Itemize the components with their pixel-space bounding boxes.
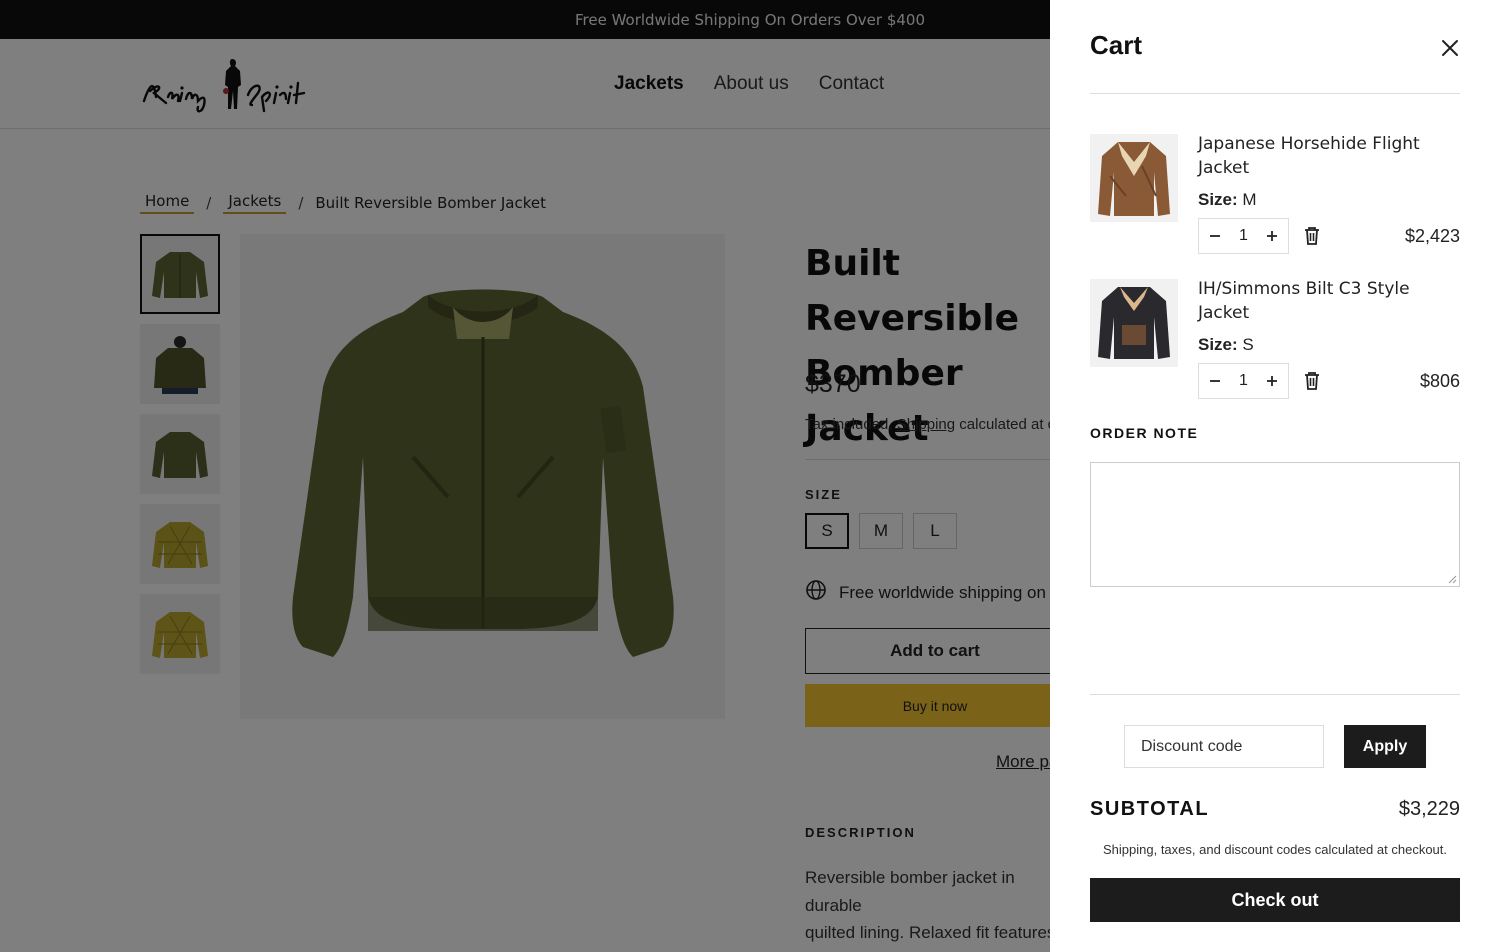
cart-item-name[interactable]: IH/Simmons Bilt C3 Style Jacket [1198, 277, 1448, 325]
quantity-stepper: 1 [1198, 218, 1289, 254]
subtotal-label: SUBTOTAL [1090, 798, 1210, 820]
plus-icon[interactable] [1264, 371, 1280, 392]
cart-item-price: $2,423 [1404, 226, 1460, 246]
cart-item-name[interactable]: Japanese Horsehide Flight Jacket [1198, 132, 1448, 180]
order-note-label: ORDER NOTE [1090, 425, 1199, 441]
cart-item: IH/Simmons Bilt C3 Style Jacket Size: S … [1090, 277, 1460, 399]
cart-item-image[interactable] [1090, 279, 1178, 367]
trash-icon[interactable] [1303, 371, 1323, 391]
divider [1090, 93, 1460, 94]
minus-icon[interactable] [1207, 371, 1223, 392]
page-overlay[interactable] [0, 0, 1050, 952]
apply-button[interactable]: Apply [1344, 725, 1426, 768]
close-icon[interactable] [1438, 36, 1462, 60]
cart-item: Japanese Horsehide Flight Jacket Size: M… [1090, 132, 1460, 254]
plus-icon[interactable] [1264, 226, 1280, 247]
cart-item-image[interactable] [1090, 134, 1178, 222]
discount-code-input[interactable]: Discount code [1124, 725, 1324, 768]
divider [1090, 694, 1460, 695]
cart-item-price: $806 [1419, 371, 1460, 391]
cart-title: Cart [1090, 30, 1143, 60]
subtotal-value: $3,229 [1398, 798, 1460, 820]
storefront: Free Worldwide Shipping On Orders Over $… [0, 0, 1050, 952]
cart-item-size: Size: M [1198, 190, 1257, 209]
quantity-value[interactable]: 1 [1239, 227, 1248, 245]
cart-item-size: Size: S [1198, 335, 1254, 354]
minus-icon[interactable] [1207, 226, 1223, 247]
order-note-textarea[interactable] [1090, 462, 1460, 587]
trash-icon[interactable] [1303, 226, 1323, 246]
quantity-value[interactable]: 1 [1239, 372, 1248, 390]
subtotal-note: Shipping, taxes, and discount codes calc… [1103, 842, 1447, 857]
quantity-stepper: 1 [1198, 363, 1289, 399]
cart-drawer: Cart Japanese Horsehide Flight Jacket Si… [1050, 0, 1500, 952]
checkout-button[interactable]: Check out [1090, 878, 1460, 922]
